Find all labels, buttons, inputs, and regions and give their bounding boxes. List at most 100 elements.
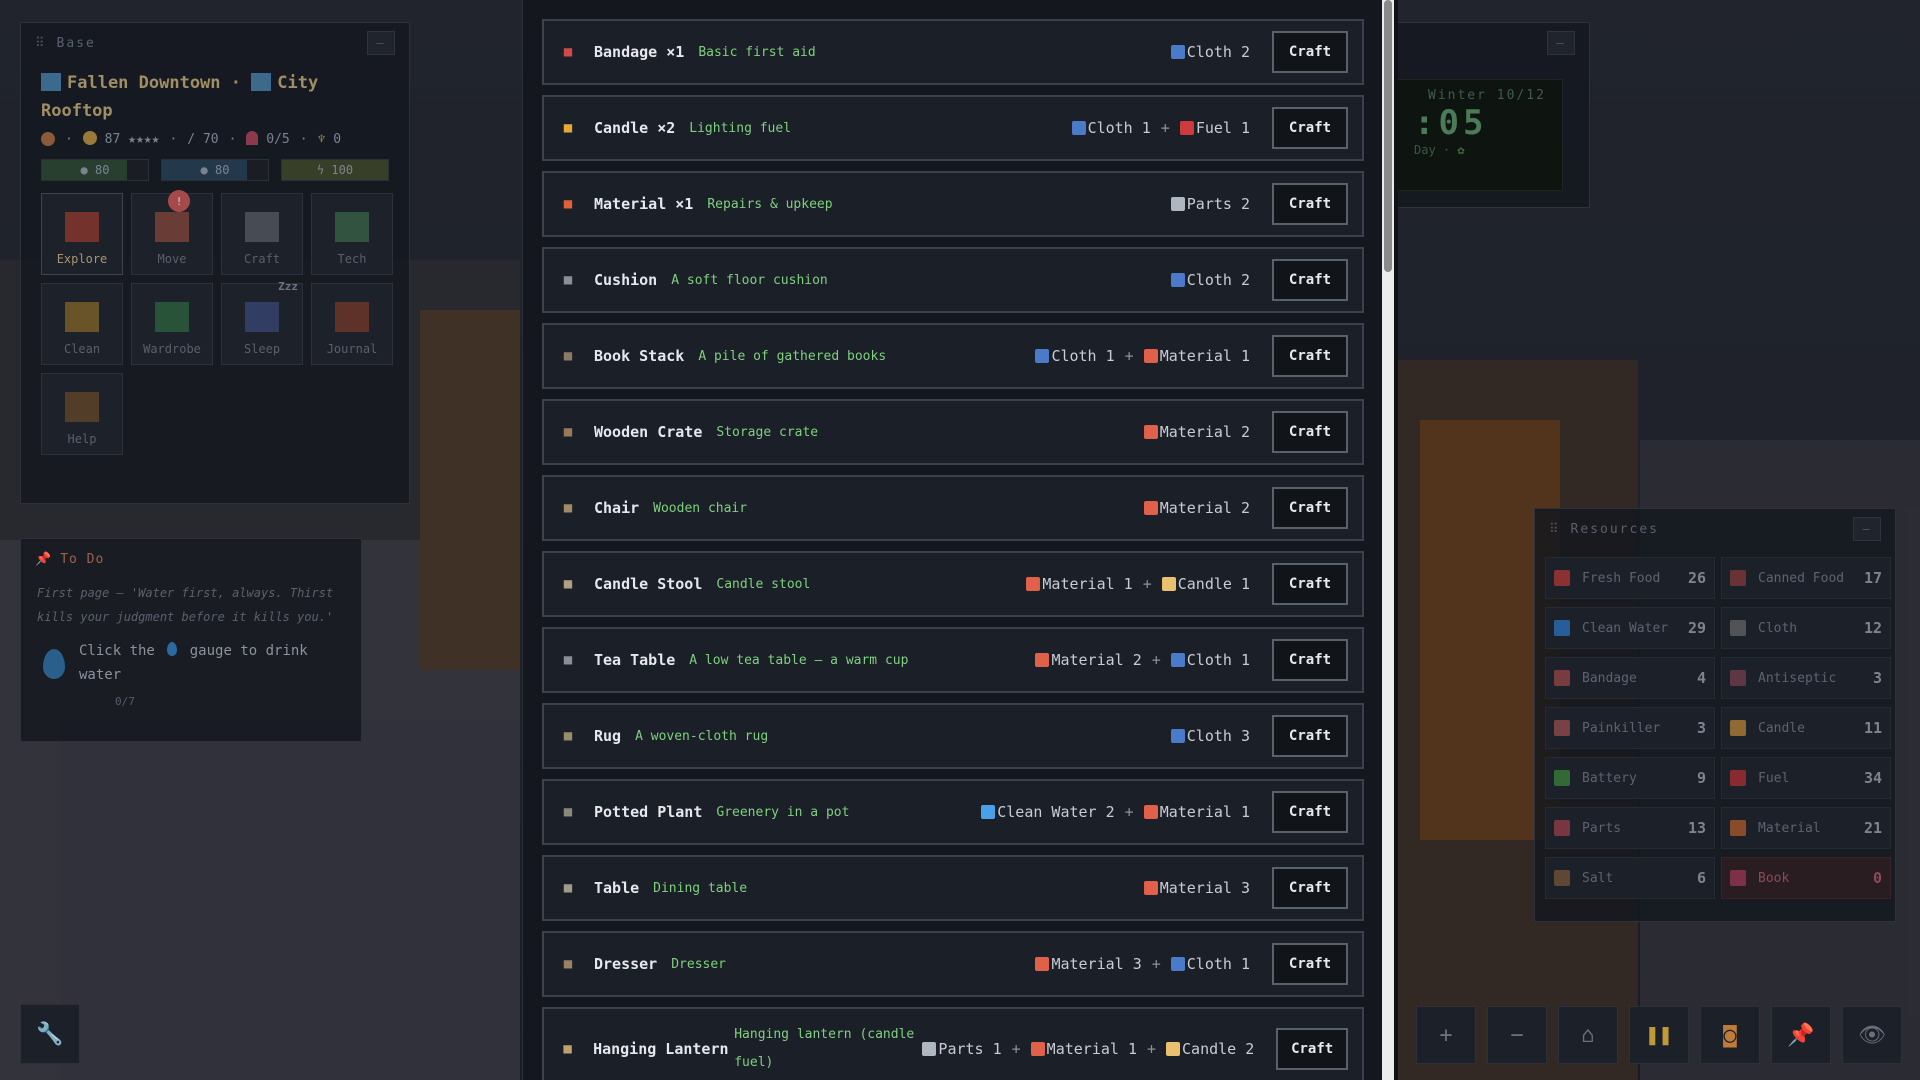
craft-button[interactable]: Craft bbox=[1272, 715, 1348, 757]
cost-label: Material 1 bbox=[1046, 1040, 1137, 1058]
action-explore-button[interactable]: Explore bbox=[41, 193, 123, 275]
craft-button[interactable]: Craft bbox=[1272, 31, 1348, 73]
gauge-number: 80 bbox=[95, 163, 110, 177]
resource-name: Battery bbox=[1582, 770, 1637, 786]
recipe-row: ■ Bandage ×1 Basic first aid Cloth 2 Craft bbox=[542, 19, 1364, 85]
recipe-description: Hanging lantern (candle fuel) bbox=[734, 1027, 915, 1070]
craft-icon bbox=[245, 212, 279, 242]
recipe-description: Wooden chair bbox=[653, 500, 748, 516]
parts-icon bbox=[1170, 197, 1185, 211]
recipe-description: Lighting fuel bbox=[689, 120, 792, 136]
task-text-a: Click the bbox=[79, 643, 155, 659]
action-craft-button[interactable]: Craft bbox=[221, 193, 303, 275]
craft-button[interactable]: Craft bbox=[1272, 107, 1348, 149]
resource-item[interactable]: Candle 11 bbox=[1721, 707, 1891, 749]
resources-grid: Fresh Food 26 Canned Food 17 Clean Water 29 Cl… bbox=[1535, 549, 1895, 907]
minimize-button[interactable]: – bbox=[1547, 31, 1575, 55]
action-tech-button[interactable]: Tech bbox=[311, 193, 393, 275]
resources-header[interactable]: ⠿ Resources – bbox=[1535, 509, 1895, 549]
resource-item[interactable]: Canned Food 17 bbox=[1721, 557, 1891, 599]
cost-item: Material 1 bbox=[1030, 1040, 1137, 1058]
resource-item[interactable]: Fuel 34 bbox=[1721, 757, 1891, 799]
craft-button[interactable]: Craft bbox=[1272, 563, 1348, 605]
action-help-button[interactable]: Help bbox=[41, 373, 123, 455]
minimize-button[interactable]: – bbox=[367, 31, 395, 55]
trophy-stat: ♆ 0 bbox=[318, 132, 341, 147]
need-gauge[interactable]: ϟ 100 bbox=[281, 159, 389, 181]
robot-button[interactable]: ◙ bbox=[1700, 1006, 1760, 1064]
resource-count: 13 bbox=[1687, 819, 1706, 837]
scrollbar-thumb[interactable] bbox=[1384, 0, 1392, 272]
stat-separator: · bbox=[169, 131, 178, 147]
resource-item[interactable]: Battery 9 bbox=[1545, 757, 1715, 799]
hanging-lantern-icon: ■ bbox=[563, 1041, 572, 1057]
cost-item: Material 2 bbox=[1035, 651, 1142, 669]
settings-wrench-button[interactable]: 🔧 bbox=[20, 1004, 80, 1064]
recipe-name: Table bbox=[594, 879, 640, 897]
resource-name: Fuel bbox=[1758, 770, 1790, 786]
recipe-row: ■ Candle Stool Candle stool Material 1 + Cand… bbox=[542, 551, 1364, 617]
craft-button[interactable]: Craft bbox=[1276, 1028, 1349, 1070]
action-clean-button[interactable]: Clean bbox=[41, 283, 123, 365]
cost-label: Clean Water 2 bbox=[997, 803, 1115, 821]
cost-label: Cloth 2 bbox=[1186, 43, 1250, 61]
zoom-out-button[interactable]: − bbox=[1487, 1006, 1547, 1064]
action-grid: Explore Move! Craft Tech Clean Wardrobe Sleep Z… bbox=[21, 181, 409, 467]
resource-item[interactable]: Salt 6 bbox=[1545, 857, 1715, 899]
action-move-button[interactable]: Move! bbox=[131, 190, 213, 275]
action-wardrobe-button[interactable]: Wardrobe bbox=[131, 283, 213, 365]
resource-item[interactable]: Bandage 4 bbox=[1545, 657, 1715, 699]
recipe-description: A pile of gathered books bbox=[698, 348, 887, 364]
visibility-button[interactable]: 👁 bbox=[1842, 1006, 1902, 1064]
alert-badge: ! bbox=[168, 190, 190, 212]
craft-button[interactable]: Craft bbox=[1272, 639, 1348, 681]
material-icon bbox=[1143, 349, 1158, 363]
todo-task[interactable]: Click the gauge to drink water bbox=[21, 631, 361, 695]
resource-item[interactable]: Painkiller 3 bbox=[1545, 707, 1715, 749]
action-sleep-button[interactable]: Sleep Zzz bbox=[221, 280, 303, 365]
recipe-cost: Parts 2 bbox=[1170, 195, 1250, 213]
pin-button[interactable]: 📌 bbox=[1771, 1006, 1831, 1064]
craft-button[interactable]: Craft bbox=[1272, 335, 1348, 377]
clock-header[interactable]: – bbox=[1397, 23, 1589, 63]
pause-button[interactable]: ❚❚ bbox=[1629, 1006, 1689, 1064]
resource-item[interactable]: Antiseptic 3 bbox=[1721, 657, 1891, 699]
craft-button[interactable]: Craft bbox=[1272, 259, 1348, 301]
home-button[interactable]: ⌂ bbox=[1558, 1006, 1618, 1064]
resource-item[interactable]: Book 0 bbox=[1721, 857, 1891, 899]
painkiller-icon bbox=[1554, 720, 1570, 736]
craft-button[interactable]: Craft bbox=[1272, 791, 1348, 833]
todo-header[interactable]: 📌 To Do bbox=[21, 539, 361, 579]
craft-button[interactable]: Craft bbox=[1272, 943, 1348, 985]
craft-button[interactable]: Craft bbox=[1272, 183, 1348, 225]
cost-label: Material 2 bbox=[1051, 651, 1142, 669]
cost-plus: + bbox=[1160, 119, 1170, 137]
need-gauge[interactable]: ● 80 bbox=[41, 159, 149, 181]
cost-plus: + bbox=[1124, 347, 1134, 365]
recipe-row: ■ Book Stack A pile of gathered books Cloth… bbox=[542, 323, 1364, 389]
resource-count: 21 bbox=[1863, 819, 1882, 837]
zoom-in-button[interactable]: + bbox=[1416, 1006, 1476, 1064]
craft-button[interactable]: Craft bbox=[1272, 867, 1348, 909]
sleep-icon bbox=[245, 302, 279, 332]
capacity-value: 0/5 bbox=[266, 132, 290, 147]
resource-item[interactable]: Material 21 bbox=[1721, 807, 1891, 849]
drag-handle-icon[interactable]: ⠿ bbox=[1549, 522, 1561, 537]
need-gauge[interactable]: ● 80 bbox=[161, 159, 269, 181]
craft-button[interactable]: Craft bbox=[1272, 487, 1348, 529]
recipe-cost: Cloth 3 bbox=[1170, 727, 1250, 745]
resource-name: Parts bbox=[1582, 820, 1622, 836]
cost-label: Cloth 3 bbox=[1186, 727, 1250, 745]
action-journal-button[interactable]: Journal bbox=[311, 283, 393, 365]
resource-item[interactable]: Clean Water 29 bbox=[1545, 607, 1715, 649]
minimize-button[interactable]: – bbox=[1853, 517, 1881, 541]
resource-item[interactable]: Cloth 12 bbox=[1721, 607, 1891, 649]
sleep-indicator: Zzz bbox=[278, 280, 298, 293]
cloth-icon bbox=[1170, 957, 1185, 971]
base-panel-header[interactable]: ⠿ Base – bbox=[21, 23, 409, 63]
resource-item[interactable]: Fresh Food 26 bbox=[1545, 557, 1715, 599]
resource-item[interactable]: Parts 13 bbox=[1545, 807, 1715, 849]
energy-gauge-icon: ϟ bbox=[316, 163, 332, 177]
drag-handle-icon[interactable]: ⠿ bbox=[35, 36, 47, 51]
craft-button[interactable]: Craft bbox=[1272, 411, 1348, 453]
